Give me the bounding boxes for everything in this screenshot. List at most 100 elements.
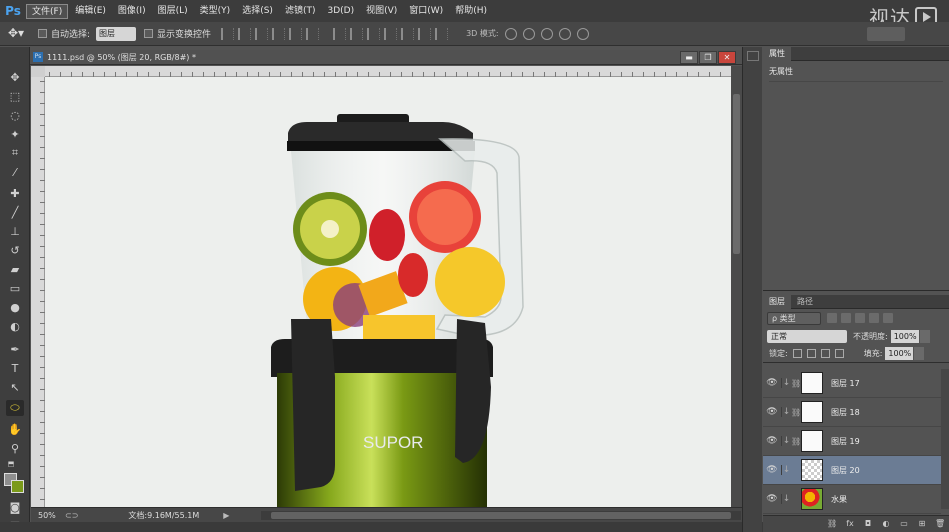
lock-image-icon[interactable]: [806, 349, 816, 358]
history-brush-icon[interactable]: ↺: [6, 242, 24, 258]
menu-image[interactable]: 图像(I): [113, 4, 151, 19]
visibility-eye-icon[interactable]: 👁: [763, 407, 781, 417]
background-color-swatch[interactable]: [11, 480, 24, 493]
horizontal-ruler[interactable]: [45, 66, 731, 77]
menu-view[interactable]: 视图(V): [361, 4, 402, 19]
path-select-icon[interactable]: ↖: [6, 379, 24, 395]
marquee-tool-icon[interactable]: ⬚: [6, 88, 24, 104]
magic-wand-icon[interactable]: ✦: [6, 126, 24, 142]
mask-link-icon[interactable]: ⛓: [791, 437, 801, 446]
close-button[interactable]: ✕: [718, 51, 736, 64]
horizontal-scrollbar-thumb[interactable]: [271, 512, 731, 519]
3d-rotate-icon[interactable]: [504, 27, 517, 40]
horizontal-scrollbar[interactable]: [261, 511, 741, 520]
layer-thumbnail[interactable]: [801, 401, 823, 423]
layer-kind-filter[interactable]: ρ 类型: [767, 311, 821, 325]
filter-pixel-icon[interactable]: [827, 313, 837, 323]
tab-layers[interactable]: 图层: [763, 294, 791, 309]
mask-link-icon[interactable]: ⛓: [791, 379, 801, 388]
blur-tool-icon[interactable]: ●: [6, 299, 24, 315]
layer-name[interactable]: 图层 19: [831, 436, 860, 447]
filter-smart-icon[interactable]: [883, 313, 893, 323]
link-layers-icon[interactable]: ⛓: [827, 519, 837, 529]
menu-3d[interactable]: 3D(D): [322, 4, 359, 19]
tab-properties[interactable]: 属性: [763, 46, 791, 61]
minimize-button[interactable]: ▬: [680, 51, 698, 64]
move-tool-icon[interactable]: ✥: [6, 69, 24, 85]
document-canvas[interactable]: SUPOR: [45, 77, 731, 507]
eraser-tool-icon[interactable]: ▰: [6, 261, 24, 277]
gradient-tool-icon[interactable]: ▭: [6, 280, 24, 296]
visibility-eye-icon[interactable]: 👁: [763, 436, 781, 446]
vertical-scrollbar[interactable]: [731, 66, 742, 507]
brush-tool-icon[interactable]: ╱: [6, 204, 24, 220]
opacity-input[interactable]: 100%: [890, 329, 919, 343]
lock-position-icon[interactable]: [820, 349, 830, 358]
align-left-icon[interactable]: [272, 27, 286, 40]
ruler-origin[interactable]: [31, 66, 45, 77]
quick-mask-icon[interactable]: ◙: [6, 499, 24, 515]
ellipse-tool-icon[interactable]: ⬭: [6, 400, 24, 416]
restore-button[interactable]: ❐: [699, 51, 717, 64]
blend-mode-select[interactable]: 正常: [767, 329, 847, 343]
default-colors-icon[interactable]: ⬒: [6, 460, 16, 468]
menu-select[interactable]: 选择(S): [237, 4, 278, 19]
mask-link-icon[interactable]: ⛓: [791, 408, 801, 417]
layer-row[interactable]: 👁 ↓ 水果: [763, 485, 941, 514]
3d-pan-icon[interactable]: [540, 27, 553, 40]
align-top-icon[interactable]: [221, 27, 235, 40]
align-vcenter-icon[interactable]: [238, 27, 252, 40]
filter-adjust-icon[interactable]: [841, 313, 851, 323]
vertical-scrollbar-thumb[interactable]: [733, 94, 740, 254]
align-right-icon[interactable]: [306, 27, 320, 40]
zoom-level[interactable]: 50%: [31, 511, 61, 520]
auto-select-checkbox[interactable]: [38, 29, 47, 38]
vertical-ruler[interactable]: [31, 77, 45, 507]
add-mask-icon[interactable]: ◘: [863, 519, 873, 529]
panel-collapse-icon[interactable]: [747, 51, 759, 61]
layers-scrollbar[interactable]: [941, 369, 949, 509]
lock-all-icon[interactable]: [834, 349, 844, 358]
auto-select-dropdown[interactable]: 图层: [96, 26, 137, 41]
show-transform-checkbox[interactable]: [144, 29, 154, 38]
menu-window[interactable]: 窗口(W): [404, 4, 448, 19]
zoom-tool-icon[interactable]: ⚲: [6, 440, 24, 456]
layer-row[interactable]: 👁 ↓ ⛓ 图层 19: [763, 427, 941, 456]
3d-roll-icon[interactable]: [522, 27, 535, 40]
distribute-left-icon[interactable]: [384, 27, 398, 40]
dodge-tool-icon[interactable]: ◐: [6, 318, 24, 334]
menu-file[interactable]: 文件(F): [26, 3, 69, 19]
clone-stamp-icon[interactable]: ⊥: [6, 223, 24, 239]
layer-row[interactable]: 👁 ↓ ⛓ 图层 17: [763, 369, 941, 398]
menu-help[interactable]: 帮助(H): [450, 4, 492, 19]
status-cycle-icon[interactable]: ⊂⊃: [65, 511, 78, 520]
fill-input[interactable]: 100%: [885, 347, 914, 360]
layer-style-icon[interactable]: fx: [845, 519, 855, 529]
new-group-icon[interactable]: ▭: [899, 519, 909, 529]
distribute-bottom-icon[interactable]: [367, 27, 381, 40]
opacity-dropdown-icon[interactable]: [919, 329, 930, 343]
new-layer-icon[interactable]: ⊞: [917, 519, 927, 529]
document-tab[interactable]: Ps 1111.psd @ 50% (图层 20, RGB/8#) * ▬ ❐ …: [30, 50, 742, 65]
distribute-right-icon[interactable]: [418, 27, 432, 40]
layer-thumbnail[interactable]: [801, 459, 823, 481]
distribute-vcenter-icon[interactable]: [350, 27, 364, 40]
crop-tool-icon[interactable]: ⌗: [6, 145, 24, 161]
3d-scale-icon[interactable]: [576, 27, 589, 40]
layer-row[interactable]: 👁 ↓ ⛓ 图层 18: [763, 398, 941, 427]
align-bottom-icon[interactable]: [255, 27, 269, 40]
layer-name[interactable]: 图层 17: [831, 378, 860, 389]
hand-tool-icon[interactable]: ✋: [6, 421, 24, 437]
tab-paths[interactable]: 路径: [791, 295, 819, 309]
menu-edit[interactable]: 编辑(E): [70, 4, 111, 19]
fill-dropdown-icon[interactable]: [914, 347, 925, 360]
healing-brush-icon[interactable]: ✚: [6, 185, 24, 201]
delete-layer-icon[interactable]: 🗑: [935, 519, 945, 529]
visibility-eye-icon[interactable]: 👁: [763, 378, 781, 388]
filter-type-icon[interactable]: [855, 313, 865, 323]
type-tool-icon[interactable]: T: [6, 360, 24, 376]
menu-type[interactable]: 类型(Y): [195, 4, 236, 19]
layer-name[interactable]: 水果: [831, 494, 847, 505]
layer-name[interactable]: 图层 18: [831, 407, 860, 418]
layer-row-selected[interactable]: 👁 ↓ 图层 20: [763, 456, 941, 485]
